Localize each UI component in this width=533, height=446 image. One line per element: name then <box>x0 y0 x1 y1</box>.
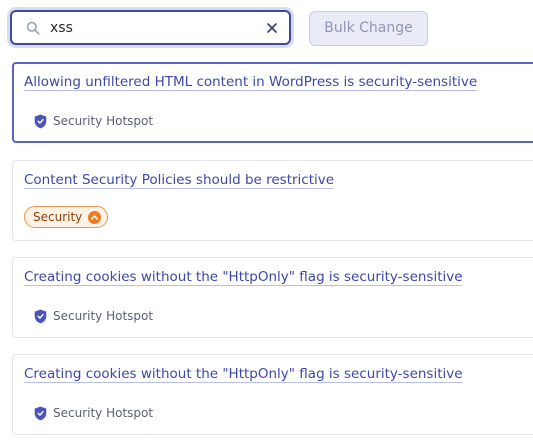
security-badge: Security <box>24 206 109 228</box>
shield-icon <box>34 406 47 420</box>
close-icon[interactable] <box>264 20 280 36</box>
rule-title-link[interactable]: Content Security Policies should be rest… <box>24 172 334 188</box>
rule-card[interactable]: Allowing unfiltered HTML content in Word… <box>12 62 533 143</box>
bulk-change-button[interactable]: Bulk Change <box>309 11 428 46</box>
shield-icon <box>34 114 47 128</box>
rule-card[interactable]: Content Security Policies should be rest… <box>12 160 533 241</box>
rule-card[interactable]: Creating cookies without the "HttpOnly" … <box>12 354 533 435</box>
rule-type-label: Security Hotspot <box>53 114 154 128</box>
search-input[interactable] <box>50 17 260 39</box>
rule-title-link[interactable]: Allowing unfiltered HTML content in Word… <box>24 74 477 90</box>
security-hotspot-tag: Security Hotspot <box>34 112 153 130</box>
rule-card[interactable]: Creating cookies without the "HttpOnly" … <box>12 257 533 338</box>
rule-type-label: Security Hotspot <box>53 309 154 323</box>
shield-icon <box>34 309 47 323</box>
rule-title-link[interactable]: Creating cookies without the "HttpOnly" … <box>24 269 463 285</box>
rule-type-label: Security <box>33 210 83 224</box>
search-box[interactable] <box>10 10 291 45</box>
rule-type-label: Security Hotspot <box>53 406 154 420</box>
chevron-up-icon <box>88 210 102 224</box>
rule-title-link[interactable]: Creating cookies without the "HttpOnly" … <box>24 366 463 382</box>
search-icon <box>26 21 40 35</box>
security-hotspot-tag: Security Hotspot <box>34 307 153 325</box>
rules-page: Bulk Change Allowing unfiltered HTML con… <box>0 0 533 446</box>
security-hotspot-tag: Security Hotspot <box>34 404 153 422</box>
